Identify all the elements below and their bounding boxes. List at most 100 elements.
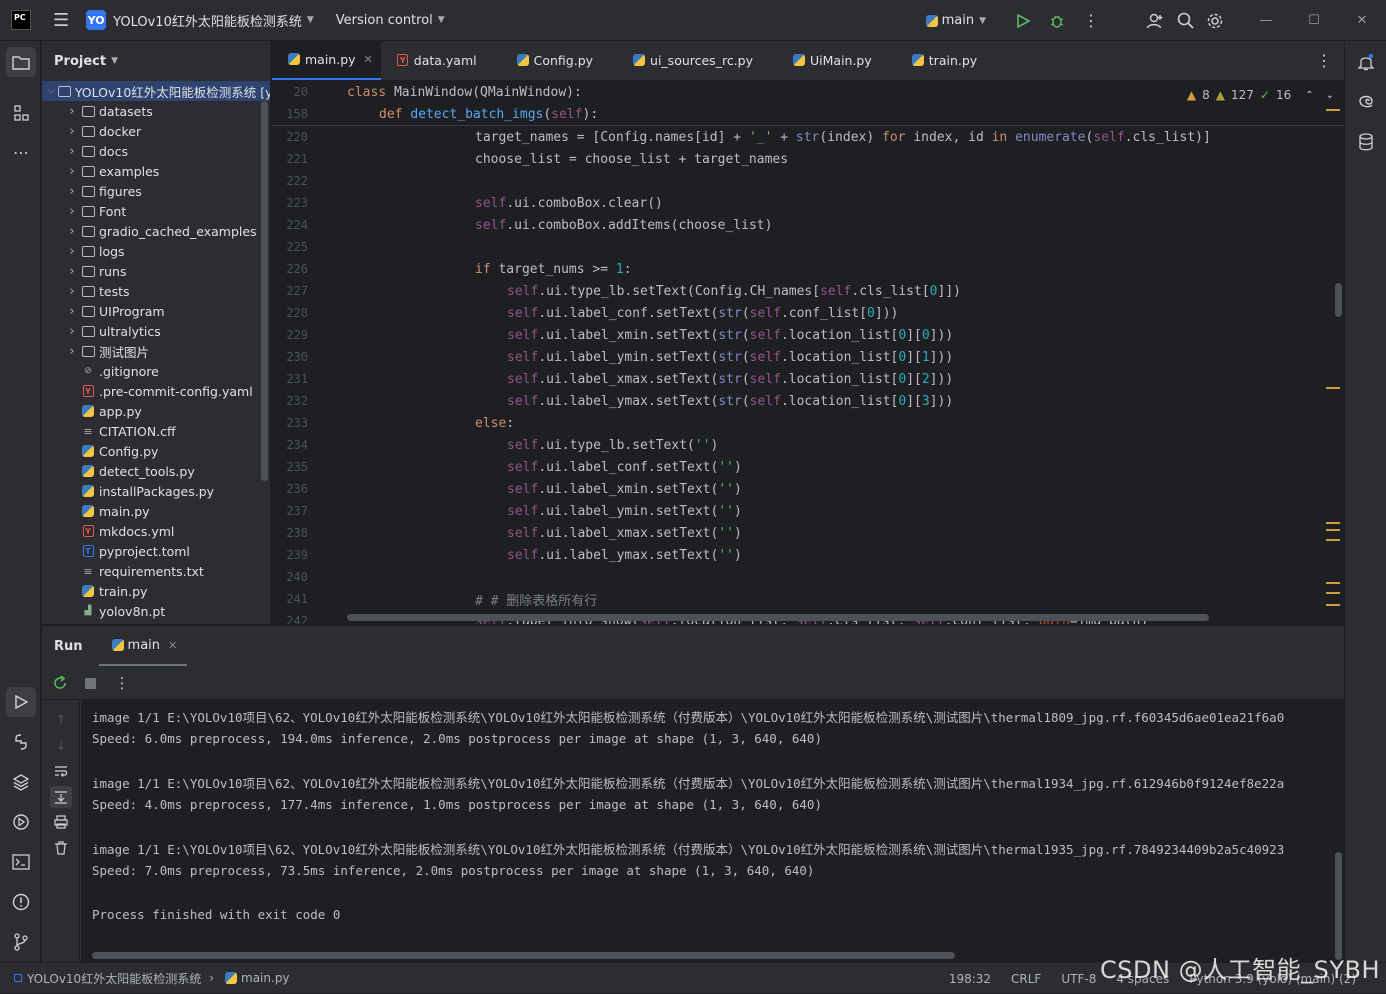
close-tab-icon[interactable]: ✕ (364, 53, 373, 66)
maximize-icon[interactable]: ☐ (1290, 13, 1338, 28)
tree-scrollbar[interactable] (261, 101, 268, 481)
expand-arrow-icon[interactable]: › (66, 344, 78, 359)
code-view[interactable]: 20 class MainWindow(QMainWindow): 158 def d… (272, 81, 1344, 624)
editor-tab[interactable]: Ydata.yaml (381, 41, 501, 80)
minimize-icon[interactable]: — (1242, 13, 1290, 28)
tree-item[interactable]: Ymkdocs.yml (42, 521, 270, 541)
arrow-up-icon[interactable]: ↑ (51, 710, 71, 730)
console-h-scrollbar[interactable] (92, 952, 955, 959)
expand-arrow-icon[interactable]: › (66, 264, 78, 279)
tree-item[interactable]: › datasets (42, 101, 270, 121)
editor-tab[interactable]: train.py (896, 41, 1001, 80)
tree-item[interactable]: › figures (42, 181, 270, 201)
breadcrumb-file[interactable]: main.py (241, 971, 290, 985)
caret-position[interactable]: 198:32 (949, 972, 991, 986)
expand-arrow-icon[interactable]: › (66, 104, 78, 119)
tree-item[interactable]: › runs (42, 261, 270, 281)
chevron-up-icon[interactable]: ⌃ (1305, 90, 1313, 101)
run-config-selector[interactable]: main ▼ (923, 13, 986, 28)
expand-arrow-icon[interactable]: › (66, 204, 78, 219)
expand-arrow-icon[interactable]: › (66, 324, 78, 339)
more-actions-icon[interactable]: ⋮ (1074, 11, 1108, 30)
git-branch-icon[interactable] (6, 927, 36, 957)
file-encoding[interactable]: UTF-8 (1061, 972, 1096, 986)
expand-arrow-icon[interactable]: › (66, 304, 78, 319)
editor-h-scrollbar[interactable] (347, 614, 1209, 621)
warning-marker[interactable] (1326, 387, 1340, 389)
chevron-down-icon[interactable]: ⌄ (1326, 90, 1334, 101)
scroll-to-end-icon[interactable] (50, 786, 72, 808)
tree-item[interactable]: Y .pre-commit-config.yaml (42, 381, 270, 401)
notifications-icon[interactable] (1351, 47, 1381, 77)
structure-tool-icon[interactable] (6, 98, 36, 128)
project-tool-icon[interactable] (6, 47, 36, 77)
warning-marker[interactable] (1326, 582, 1340, 584)
expand-arrow-icon[interactable]: ⌵ (48, 86, 55, 96)
trash-icon[interactable] (51, 838, 71, 858)
tree-item[interactable]: › docs (42, 141, 270, 161)
run-icon[interactable] (1006, 13, 1040, 28)
editor-tab[interactable]: Config.py (501, 41, 617, 80)
services-icon[interactable] (6, 807, 36, 837)
tree-item[interactable]: ▟ yolov8n.pt (42, 601, 270, 621)
project-switcher[interactable]: YO YOLOv10红外太阳能板检测系统 ▼ (69, 10, 314, 30)
layers-icon[interactable] (6, 767, 36, 797)
editor-tab[interactable]: ui_sources_rc.py (617, 41, 777, 80)
tabs-more-icon[interactable]: ⋮ (1316, 51, 1332, 70)
tree-item[interactable]: › tests (42, 281, 270, 301)
close-icon[interactable]: ✕ (1338, 13, 1386, 28)
expand-arrow-icon[interactable]: › (66, 124, 78, 139)
expand-arrow-icon[interactable]: › (66, 184, 78, 199)
python-console-icon[interactable] (6, 727, 36, 757)
tree-item[interactable]: main.py (42, 501, 270, 521)
arrow-down-icon[interactable]: ↓ (51, 736, 71, 756)
debug-icon[interactable] (1040, 13, 1074, 29)
warning-marker[interactable] (1326, 592, 1340, 594)
tree-item[interactable]: detect_tools.py (42, 461, 270, 481)
expand-arrow-icon[interactable]: › (66, 144, 78, 159)
tree-item[interactable]: › Font (42, 201, 270, 221)
run-tab-main[interactable]: main ✕ (98, 626, 188, 666)
tree-item[interactable]: › gradio_cached_examples (42, 221, 270, 241)
print-icon[interactable] (51, 812, 71, 832)
tree-item[interactable]: › docker (42, 121, 270, 141)
rerun-icon[interactable] (50, 673, 70, 693)
tree-item[interactable]: › examples (42, 161, 270, 181)
tree-item[interactable]: › 测试图片 (42, 341, 270, 361)
tree-root[interactable]: ⌵ YOLOv10红外太阳能板检测系统 [y (42, 81, 270, 101)
editor-tab[interactable]: main.py ✕ (272, 41, 381, 80)
problems-icon[interactable] (6, 887, 36, 917)
main-menu-icon[interactable]: ☰ (53, 10, 69, 31)
tree-item[interactable]: train.py (42, 581, 270, 601)
tree-item[interactable]: › ultralytics (42, 321, 270, 341)
expand-arrow-icon[interactable]: › (66, 244, 78, 259)
tree-item[interactable]: › logs (42, 241, 270, 261)
warning-marker[interactable] (1326, 539, 1340, 541)
breadcrumb-project[interactable]: YOLOv10红外太阳能板检测系统 (27, 970, 201, 987)
warning-marker[interactable] (1326, 522, 1340, 524)
project-panel-header[interactable]: Project ▼ (42, 41, 270, 81)
database-icon[interactable] (1351, 127, 1381, 157)
close-tab-icon[interactable]: ✕ (168, 639, 177, 652)
warning-marker[interactable] (1326, 109, 1340, 111)
expand-arrow-icon[interactable]: › (66, 224, 78, 239)
editor-v-scrollbar[interactable] (1335, 283, 1342, 317)
more-tools-icon[interactable]: ⋯ (6, 137, 36, 167)
gear-icon[interactable] (1200, 12, 1230, 30)
tree-item[interactable]: ⊘ .gitignore (42, 361, 270, 381)
tree-item[interactable]: Config.py (42, 441, 270, 461)
tree-item[interactable]: ≡ CITATION.cff (42, 421, 270, 441)
tree-item[interactable]: Tpyproject.toml (42, 541, 270, 561)
editor-tab[interactable]: UiMain.py (777, 41, 896, 80)
add-user-icon[interactable] (1140, 12, 1170, 30)
tree-item[interactable]: installPackages.py (42, 481, 270, 501)
inspection-widget[interactable]: ▲ 8 ▲ 127 ✓ 16 ⌃ ⌄ (1186, 88, 1334, 102)
soft-wrap-icon[interactable] (51, 762, 71, 782)
stop-icon[interactable] (80, 673, 100, 693)
console-output[interactable]: image 1/1 E:\YOLOv10项目\62、YOLOv10红外太阳能板检… (81, 700, 1344, 963)
expand-arrow-icon[interactable]: › (66, 164, 78, 179)
tree-item[interactable]: › UIProgram (42, 301, 270, 321)
warning-marker[interactable] (1326, 604, 1340, 606)
line-separator[interactable]: CRLF (1011, 972, 1041, 986)
expand-arrow-icon[interactable]: › (66, 284, 78, 299)
